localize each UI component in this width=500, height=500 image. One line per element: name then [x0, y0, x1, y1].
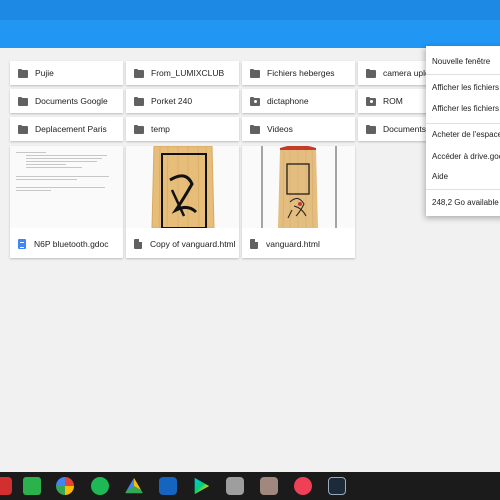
spotify-icon[interactable]: [91, 477, 109, 495]
folder-documents-google[interactable]: Documents Google: [10, 89, 123, 113]
shared-folder-icon: [366, 96, 376, 106]
folder-label: Porket 240: [151, 96, 193, 106]
file-name: N6P bluetooth.gdoc: [34, 239, 109, 249]
file-name: vanguard.html: [266, 239, 320, 249]
folder-fichiers-heberges[interactable]: Fichiers heberges: [242, 61, 355, 85]
menu-item-go-to-drive[interactable]: Accéder à drive.goo: [432, 152, 500, 161]
archive-box-icon[interactable]: [260, 477, 278, 495]
file-caption: Copy of vanguard.html: [126, 230, 239, 258]
menu-item-buy-storage[interactable]: Acheter de l'espace: [432, 130, 500, 139]
taskbar-shelf: [0, 472, 500, 500]
menu-item-show-files-2[interactable]: Afficher les fichiers: [432, 104, 499, 113]
menu-divider: [426, 123, 500, 124]
folder-icon: [134, 96, 144, 106]
storage-available: 248,2 Go available: [432, 198, 499, 207]
folder-label: Deplacement Paris: [35, 124, 107, 134]
menu-divider: [426, 74, 500, 75]
shared-folder-icon: [250, 96, 260, 106]
skateboard-deck-image: [151, 146, 215, 228]
folder-porket-240[interactable]: Porket 240: [126, 89, 239, 113]
file-caption: N6P bluetooth.gdoc: [10, 230, 123, 258]
menu-item-help[interactable]: Aide: [432, 172, 448, 181]
folder-icon: [134, 68, 144, 78]
menu-item-new-window[interactable]: Nouvelle fenêtre: [432, 57, 490, 66]
html-file-icon: [250, 239, 258, 249]
folder-icon: [18, 96, 28, 106]
menu-divider: [426, 189, 500, 190]
html-file-icon: [134, 239, 142, 249]
folder-label: temp: [151, 124, 170, 134]
folder-label: dictaphone: [267, 96, 309, 106]
folder-from-lumixclub[interactable]: From_LUMIXCLUB: [126, 61, 239, 85]
folder-label: Pujie: [35, 68, 54, 78]
skateboard-thumbnail: [242, 146, 355, 228]
folder-pujie[interactable]: Pujie: [10, 61, 123, 85]
folder-label: From_LUMIXCLUB: [151, 68, 225, 78]
folder-label: ROM: [383, 96, 403, 106]
photos-pinwheel-icon[interactable]: [56, 477, 74, 495]
lightroom-icon[interactable]: [328, 477, 346, 495]
folder-videos[interactable]: Videos: [242, 117, 355, 141]
folder-icon: [18, 68, 28, 78]
folder-label: Documents Google: [35, 96, 108, 106]
pocket-icon[interactable]: [294, 477, 312, 495]
gallery-icon[interactable]: [226, 477, 244, 495]
doc-thumbnail: [10, 146, 123, 228]
folder-icon: [250, 68, 260, 78]
pdf-app-icon[interactable]: [0, 477, 12, 495]
file-caption: vanguard.html: [242, 230, 355, 258]
folder-label: Fichiers heberges: [267, 68, 335, 78]
google-doc-icon: [18, 239, 26, 249]
folder-icon: [250, 124, 260, 134]
folder-icon: [18, 124, 28, 134]
file-name: Copy of vanguard.html: [150, 239, 236, 249]
folder-icon: [366, 124, 376, 134]
google-drive-icon[interactable]: [125, 477, 143, 494]
folder-temp[interactable]: temp: [126, 117, 239, 141]
feedly-icon[interactable]: [23, 477, 41, 495]
folder-label: Videos: [267, 124, 293, 134]
folder-dictaphone[interactable]: dictaphone: [242, 89, 355, 113]
folder-icon: [366, 68, 376, 78]
menu-item-show-files-1[interactable]: Afficher les fichiers: [432, 83, 499, 92]
image-viewer-icon[interactable]: [159, 477, 177, 495]
app-bar: [0, 0, 500, 48]
folder-icon: [134, 124, 144, 134]
play-store-icon[interactable]: [194, 477, 210, 495]
file-card-copy-of-vanguard[interactable]: Copy of vanguard.html: [126, 146, 239, 258]
skateboard-thumbnail: [126, 146, 239, 228]
file-card-vanguard[interactable]: vanguard.html: [242, 146, 355, 258]
folder-deplacement-paris[interactable]: Deplacement Paris: [10, 117, 123, 141]
window-top-strip: [0, 0, 500, 20]
file-card-n6p-bluetooth[interactable]: N6P bluetooth.gdoc: [10, 146, 123, 258]
overflow-menu: Nouvelle fenêtre Afficher les fichiers A…: [426, 46, 500, 216]
skateboard-deck-image: [261, 146, 337, 228]
